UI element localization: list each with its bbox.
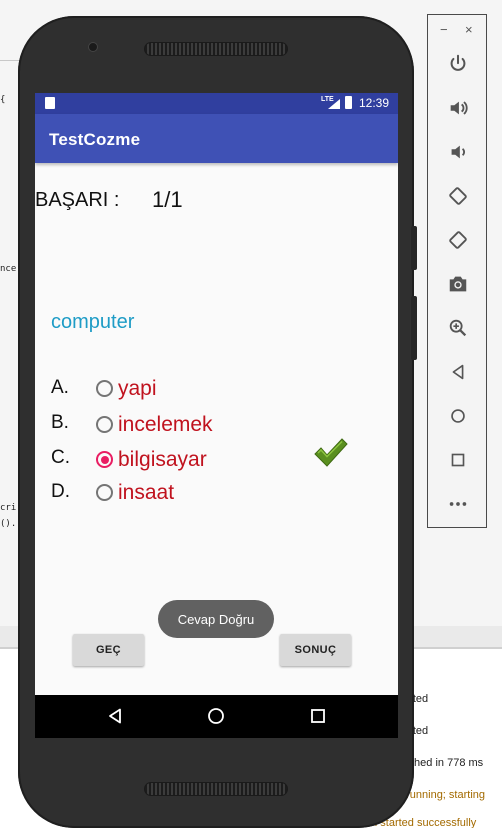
rotate-left-icon[interactable] [445, 183, 471, 209]
bottom-speaker [144, 782, 288, 796]
ide-code-fragment: (). [0, 519, 17, 529]
zoom-icon[interactable] [445, 315, 471, 341]
option-radio-b[interactable] [96, 416, 113, 433]
option-letter-c: C. [51, 447, 70, 468]
top-speaker [144, 42, 288, 56]
option-letter-a: A. [51, 377, 69, 398]
navigation-bar [35, 695, 398, 738]
volume-down-icon[interactable] [445, 139, 471, 165]
app-title: TestCozme [49, 130, 141, 149]
home-icon[interactable] [445, 403, 471, 429]
nav-overview-icon[interactable] [308, 706, 328, 726]
more-icon[interactable] [445, 491, 471, 517]
close-button[interactable]: × [465, 23, 473, 37]
phone-side-button [411, 226, 417, 270]
nav-back-icon[interactable] [105, 706, 125, 726]
option-text-a[interactable]: yapi [118, 377, 157, 401]
status-time: 12:39 [359, 96, 390, 110]
ide-code-fragment: cri [0, 503, 17, 513]
signal-icon [328, 99, 340, 109]
ide-code-fragment: nce [0, 264, 17, 274]
option-text-d[interactable]: insaat [118, 481, 174, 505]
skip-button[interactable]: GEÇ [73, 634, 144, 666]
score-value: 1/1 [152, 187, 183, 212]
nav-home-icon[interactable] [206, 706, 226, 726]
emulator-toolbar: − × [427, 14, 487, 528]
toast-message: Cevap Doğru [158, 600, 274, 638]
option-letter-b: B. [51, 412, 69, 433]
option-text-c[interactable]: bilgisayar [118, 448, 207, 472]
option-letter-d: D. [51, 481, 70, 502]
front-camera [88, 42, 98, 52]
status-bar: LTE 12:39 [35, 93, 398, 114]
option-text-b[interactable]: incelemek [118, 413, 213, 437]
notification-icon [45, 97, 55, 109]
overview-icon[interactable] [445, 447, 471, 473]
phone-screen: LTE 12:39 TestCozme BAŞARI : 1/1 compute… [35, 93, 398, 738]
option-radio-c[interactable] [96, 451, 113, 468]
event-log-line: t running; starting [400, 789, 485, 801]
volume-up-icon[interactable] [445, 95, 471, 121]
camera-icon[interactable] [445, 271, 471, 297]
option-radio-a[interactable] [96, 380, 113, 397]
phone-side-button [411, 296, 417, 360]
score-label: BAŞARI : [35, 189, 120, 211]
minimize-button[interactable]: − [440, 23, 448, 37]
battery-icon [345, 96, 352, 109]
question-word: computer [51, 311, 135, 333]
option-radio-d[interactable] [96, 484, 113, 501]
ide-code-fragment: { [0, 95, 6, 105]
power-icon[interactable] [445, 51, 471, 77]
back-icon[interactable] [445, 359, 471, 385]
rotate-right-icon[interactable] [445, 227, 471, 253]
result-button[interactable]: SONUÇ [280, 634, 351, 666]
correct-check-icon [314, 438, 348, 467]
app-bar: TestCozme [35, 114, 398, 163]
